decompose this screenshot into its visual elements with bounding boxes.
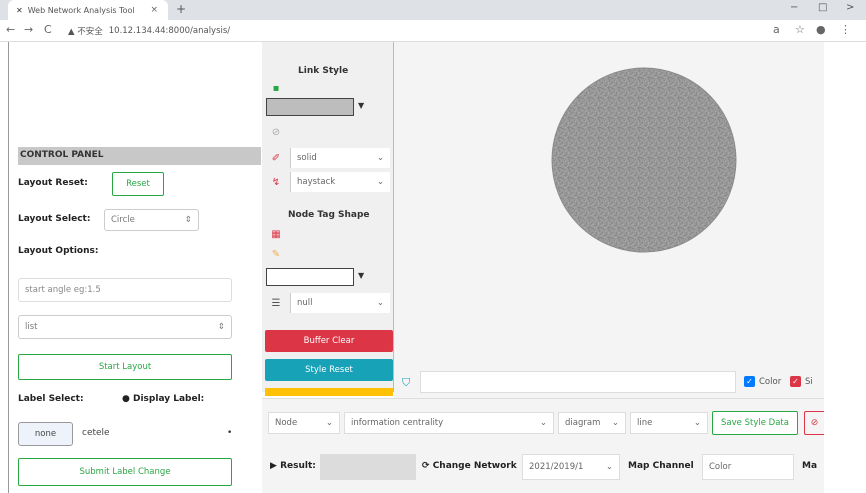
network-value: 2021/2019/1 <box>529 462 584 472</box>
node-type-select[interactable]: Node ⌄ <box>268 412 340 434</box>
link-curve-select[interactable]: haystack ⌄ <box>290 172 390 192</box>
url-text: 10.12.134.44:8000/analysis/ <box>108 26 231 36</box>
panel-edge <box>8 42 9 493</box>
pencil-icon[interactable]: ✎ <box>264 244 288 264</box>
color-checkbox-label: Color <box>759 377 782 387</box>
app-icon: ✕ <box>16 5 23 15</box>
refresh-icon: ⟳ <box>422 461 430 471</box>
node-color-swatch[interactable] <box>266 268 354 286</box>
check-circle-icon: ● <box>122 394 133 404</box>
network-circle-layout <box>551 67 737 253</box>
buffer-clear-button[interactable]: Buffer Clear <box>265 330 393 352</box>
minimize-icon[interactable]: − <box>790 2 798 13</box>
security-indicator: ▲ 不安全 <box>68 27 103 37</box>
layout-select-value: Circle <box>111 215 135 225</box>
chevron-down-icon: ⌄ <box>605 462 613 472</box>
maximize-icon[interactable]: □ <box>818 2 827 13</box>
chevron-down-icon: ⌄ <box>325 418 333 428</box>
start-layout-button[interactable]: Start Layout <box>18 354 232 380</box>
result-label: ▶ Result: <box>270 461 316 471</box>
label-toggle-button[interactable]: none <box>18 422 73 446</box>
label-dot-icon: • <box>227 428 233 438</box>
layout-option-input[interactable]: start angle eg:1.5 <box>18 278 232 302</box>
layout-select[interactable]: Circle ⇕ <box>104 209 199 231</box>
save-style-data-button[interactable]: Save Style Data <box>712 411 798 435</box>
play-icon: ▶ <box>270 461 277 471</box>
grid-icon[interactable]: ▦ <box>264 224 288 244</box>
map-channel-label: Map Channel <box>628 461 694 471</box>
url-field[interactable]: ▲ 不安全 10.12.134.44:8000/analysis/ <box>68 23 230 39</box>
browser-tab[interactable]: ✕ Web Network Analysis Tool × <box>8 0 168 20</box>
ma-label: Ma <box>802 461 818 471</box>
chevron-updown-icon: ⇕ <box>217 322 225 332</box>
node-shape-select[interactable]: null ⌄ <box>290 293 390 313</box>
circle-slash-icon[interactable]: ⊘ <box>264 122 288 142</box>
back-icon[interactable]: ← <box>6 23 15 36</box>
size-checkbox-label: Si <box>805 377 813 387</box>
display-label-label: ● Display Label: <box>122 394 205 404</box>
line-value: line <box>637 418 653 428</box>
node-type-value: Node <box>275 418 298 428</box>
label-text: cetele <box>82 428 110 438</box>
size-checkbox[interactable]: ✓ <box>790 376 801 387</box>
metric-value: information centrality <box>351 418 444 428</box>
chevron-down-icon: ⌄ <box>376 153 384 163</box>
more-menu-icon[interactable]: ⋮ <box>840 23 851 36</box>
link-color-swatch[interactable] <box>266 98 354 116</box>
forward-icon[interactable]: → <box>24 23 33 36</box>
curve-icon[interactable]: ↯ <box>264 172 288 192</box>
link-line-value: solid <box>297 153 317 163</box>
close-window-icon[interactable]: > <box>846 2 854 13</box>
result-value <box>320 454 416 480</box>
chevron-down-icon: ⌄ <box>539 418 547 428</box>
layout-option-select[interactable]: list ⇕ <box>18 315 232 339</box>
submit-label-change-button[interactable]: Submit Label Change <box>18 458 232 486</box>
map-channel-select[interactable]: Color <box>702 454 794 480</box>
palette-icon[interactable]: ▪ <box>264 78 288 98</box>
metric-select[interactable]: information centrality ⌄ <box>344 412 554 434</box>
color-checkbox[interactable]: ✓ <box>744 376 755 387</box>
control-panel-header: CONTROL PANEL <box>18 147 261 165</box>
label-select-label: Label Select: <box>18 394 84 404</box>
bookmark-star-icon[interactable]: ☆ <box>795 23 805 36</box>
network-graph-canvas[interactable] <box>394 42 824 368</box>
network-graph-svg <box>551 67 737 253</box>
profile-icon[interactable]: ● <box>816 23 826 36</box>
map-channel-value: Color <box>709 462 732 472</box>
style-reset-button[interactable]: Style Reset <box>265 359 393 381</box>
reload-icon[interactable]: C <box>44 23 52 36</box>
brush-icon[interactable]: ✐ <box>264 148 288 168</box>
partial-yellow-button[interactable] <box>265 388 393 396</box>
chevron-down-icon: ⌄ <box>376 177 384 187</box>
filter-icon: ⛉ <box>402 376 411 389</box>
tab-close-icon[interactable]: × <box>150 5 158 15</box>
diagram-select[interactable]: diagram ⌄ <box>558 412 626 434</box>
network-select[interactable]: 2021/2019/1 ⌄ <box>522 454 620 480</box>
change-network-label: ⟳ Change Network <box>422 461 517 471</box>
link-curve-value: haystack <box>297 177 336 187</box>
node-tag-shape-title: Node Tag Shape <box>288 210 370 220</box>
filter-input[interactable] <box>420 371 736 393</box>
reset-button[interactable]: Reset <box>112 172 164 196</box>
new-tab-icon[interactable]: + <box>176 2 186 16</box>
link-style-title: Link Style <box>298 66 349 76</box>
chevron-down-icon: ⌄ <box>376 298 384 308</box>
list-icon[interactable]: ☰ <box>264 293 288 313</box>
link-color-dropdown-icon[interactable]: ▼ <box>358 101 364 110</box>
node-color-dropdown-icon[interactable]: ▼ <box>358 271 364 280</box>
partial-red-button[interactable]: ⊘ <box>804 411 824 435</box>
chevron-down-icon: ⌄ <box>693 418 701 428</box>
layout-reset-label: Layout Reset: <box>18 178 88 188</box>
chevron-updown-icon: ⇕ <box>184 215 192 225</box>
tab-title: Web Network Analysis Tool <box>27 5 135 15</box>
option-select-value: list <box>25 322 38 332</box>
layout-options-label: Layout Options: <box>18 246 99 256</box>
node-shape-value: null <box>297 298 313 308</box>
link-line-select[interactable]: solid ⌄ <box>290 148 390 168</box>
translate-icon[interactable]: a <box>773 23 780 36</box>
chevron-down-icon: ⌄ <box>611 418 619 428</box>
line-select[interactable]: line ⌄ <box>630 412 708 434</box>
diagram-value: diagram <box>565 418 601 428</box>
layout-select-label: Layout Select: <box>18 214 91 224</box>
